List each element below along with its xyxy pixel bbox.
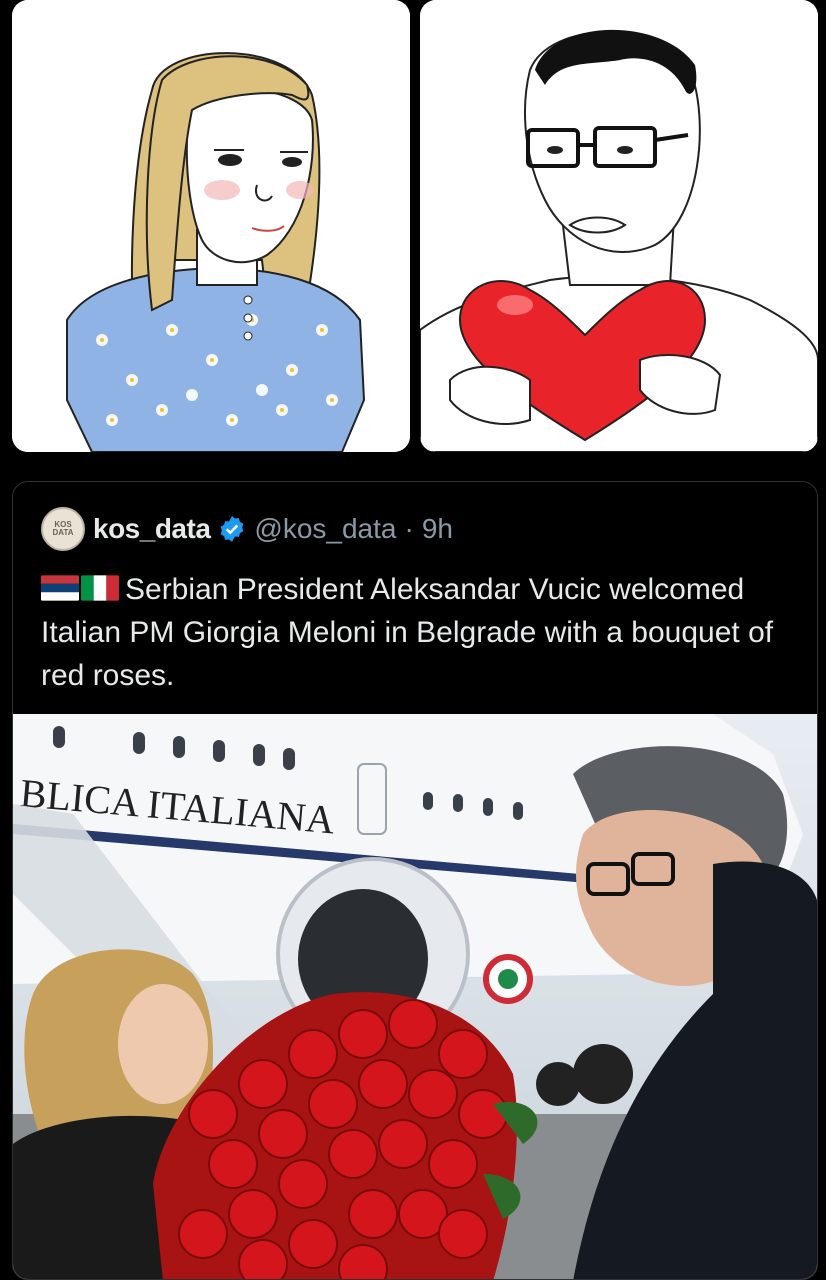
avatar[interactable]: KOS DATA <box>41 507 85 551</box>
tweet-card[interactable]: KOS DATA kos_data @kos_data · 9h Serbian… <box>12 481 818 1280</box>
display-name[interactable]: kos_data <box>93 513 211 545</box>
tweet-body: Serbian President Aleksandar Vucic welco… <box>41 573 774 692</box>
timestamp[interactable]: 9h <box>422 513 453 545</box>
handle[interactable]: @kos_data <box>254 513 396 545</box>
flag-emojis <box>41 575 119 601</box>
woman-illustration <box>12 0 410 452</box>
tweet-text: Serbian President Aleksandar Vucic welco… <box>41 568 801 697</box>
separator: · <box>404 513 414 544</box>
italy-flag-icon <box>81 575 119 601</box>
tweet-header: KOS DATA kos_data @kos_data · 9h <box>41 504 453 554</box>
man-illustration <box>420 0 818 452</box>
photo-illustration: BLICA ITALIANA <box>13 714 817 1279</box>
comic-panel-left <box>12 0 410 452</box>
serbia-flag-icon <box>41 575 79 601</box>
verified-badge-icon <box>221 516 244 542</box>
avatar-text: KOS DATA <box>52 520 74 537</box>
comic-panel-right <box>420 0 818 452</box>
tweet-photo[interactable]: BLICA ITALIANA <box>13 714 817 1279</box>
